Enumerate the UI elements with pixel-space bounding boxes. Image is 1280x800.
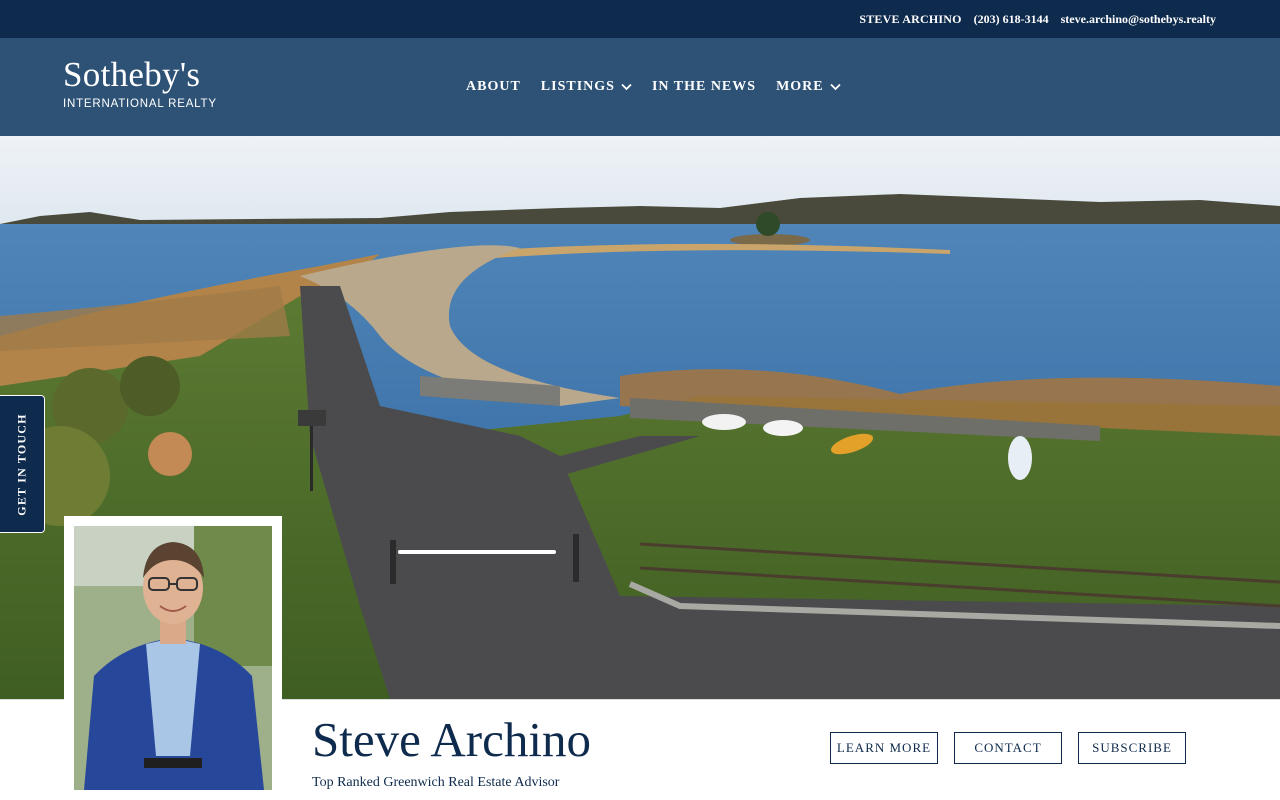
agent-photo-frame	[64, 516, 282, 800]
agent-tagline: Top Ranked Greenwich Real Estate Advisor	[312, 775, 560, 790]
chevron-down-icon	[621, 83, 632, 91]
agent-name: Steve Archino	[312, 712, 591, 767]
logo-brand: Sotheby's	[63, 55, 201, 94]
agent-portrait	[74, 526, 272, 790]
site-header: Sotheby's INTERNATIONAL REALTY ABOUT LIS…	[0, 38, 1280, 136]
subscribe-button[interactable]: SUBSCRIBE	[1078, 732, 1186, 764]
contact-button[interactable]: CONTACT	[954, 732, 1062, 764]
topbar-agent-name[interactable]: STEVE ARCHINO	[859, 12, 961, 27]
nav-about-label: ABOUT	[466, 79, 521, 94]
nav-listings-label: LISTINGS	[540, 79, 615, 94]
get-in-touch-tab[interactable]: GET IN TOUCH	[0, 395, 45, 533]
nav-in-the-news[interactable]: IN THE NEWS	[652, 79, 756, 95]
top-contact-bar: STEVE ARCHINO (203) 618-3144 steve.archi…	[0, 0, 1280, 38]
nav-in-the-news-label: IN THE NEWS	[651, 79, 757, 94]
topbar-email[interactable]: steve.archino@sothebys.realty	[1061, 12, 1216, 27]
nav-more[interactable]: MORE	[776, 79, 841, 95]
nav-about[interactable]: ABOUT	[466, 79, 521, 95]
nav-listings[interactable]: LISTINGS	[541, 79, 632, 95]
logo-subtitle: INTERNATIONAL REALTY	[63, 98, 217, 110]
main-nav: ABOUT LISTINGS IN THE NEWS MORE	[466, 38, 841, 136]
get-in-touch-label: GET IN TOUCH	[14, 412, 29, 516]
chevron-down-icon	[829, 83, 841, 91]
learn-more-button[interactable]: LEARN MORE	[830, 732, 938, 764]
nav-more-label: MORE	[776, 79, 824, 94]
topbar-phone[interactable]: (203) 618-3144	[974, 12, 1049, 27]
sothebys-logo[interactable]: Sotheby's INTERNATIONAL REALTY	[63, 55, 217, 111]
